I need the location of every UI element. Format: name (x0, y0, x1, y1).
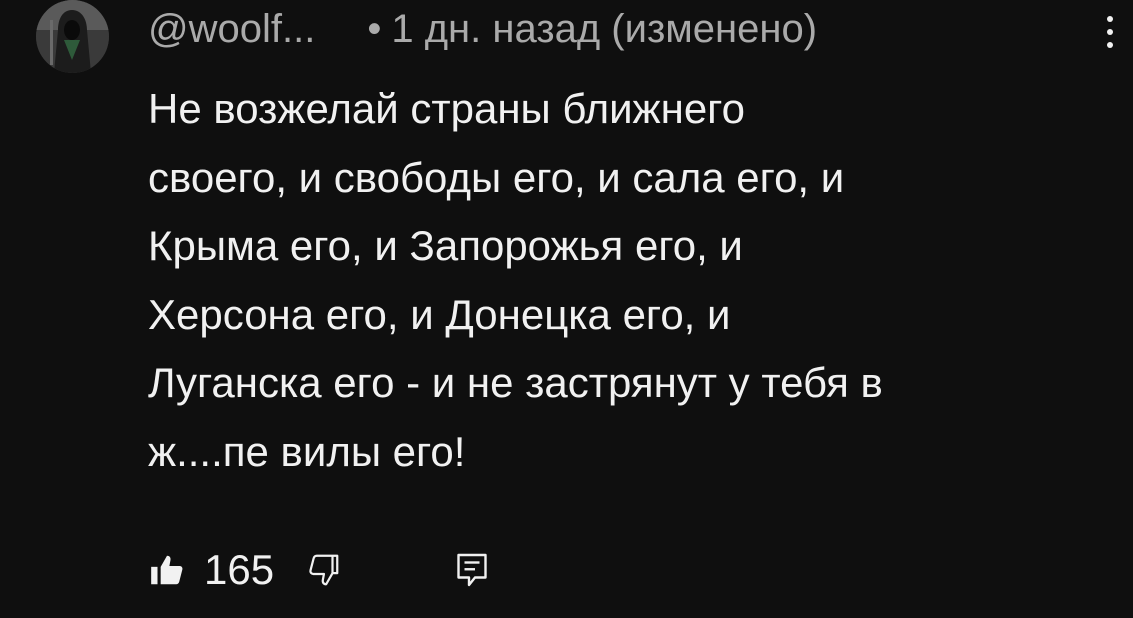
like-button[interactable]: 165 (148, 546, 274, 594)
separator-dot: • (367, 6, 382, 51)
thumbs-down-outline-icon (309, 554, 339, 586)
more-vertical-icon-dot (1107, 42, 1113, 48)
comment-actions: 165 (148, 540, 490, 600)
comment-text-line: ж....пе вилы его! (148, 427, 466, 475)
comment-text-line: Не возжелай страны ближнего (148, 85, 745, 132)
comment-text-line: своего, и свободы его, и сала его, и (148, 153, 845, 201)
comment-text-line: Крыма его, и Запорожья его, и (148, 222, 743, 269)
more-vertical-icon-dot (1107, 29, 1113, 35)
reply-button[interactable] (454, 550, 490, 590)
timestamp: 1 дн. назад (изменено) (391, 6, 818, 51)
author-name[interactable]: @woolf... (148, 7, 315, 52)
more-vertical-icon (1107, 16, 1113, 22)
comment-text: Не возжелай страны ближнего своего, и св… (148, 75, 1108, 486)
hooded-figure-avatar-icon (36, 0, 109, 73)
thumbs-up-filled-icon (151, 555, 183, 585)
more-options-button[interactable] (1092, 6, 1128, 58)
reply-comment-icon (457, 553, 487, 587)
like-count: 165 (204, 546, 275, 593)
comment-thread: @woolf... • 1 дн. назад (изменено) Не во… (0, 0, 1133, 618)
comment-text-line: Херсона его, и Донецка его, и (148, 290, 731, 338)
dislike-button[interactable] (304, 551, 342, 589)
comment-text-line: Луганска его - и не застрянут у тебя в (148, 359, 883, 406)
avatar[interactable] (36, 0, 109, 73)
comment-header: @woolf... • 1 дн. назад (изменено) (148, 0, 817, 58)
